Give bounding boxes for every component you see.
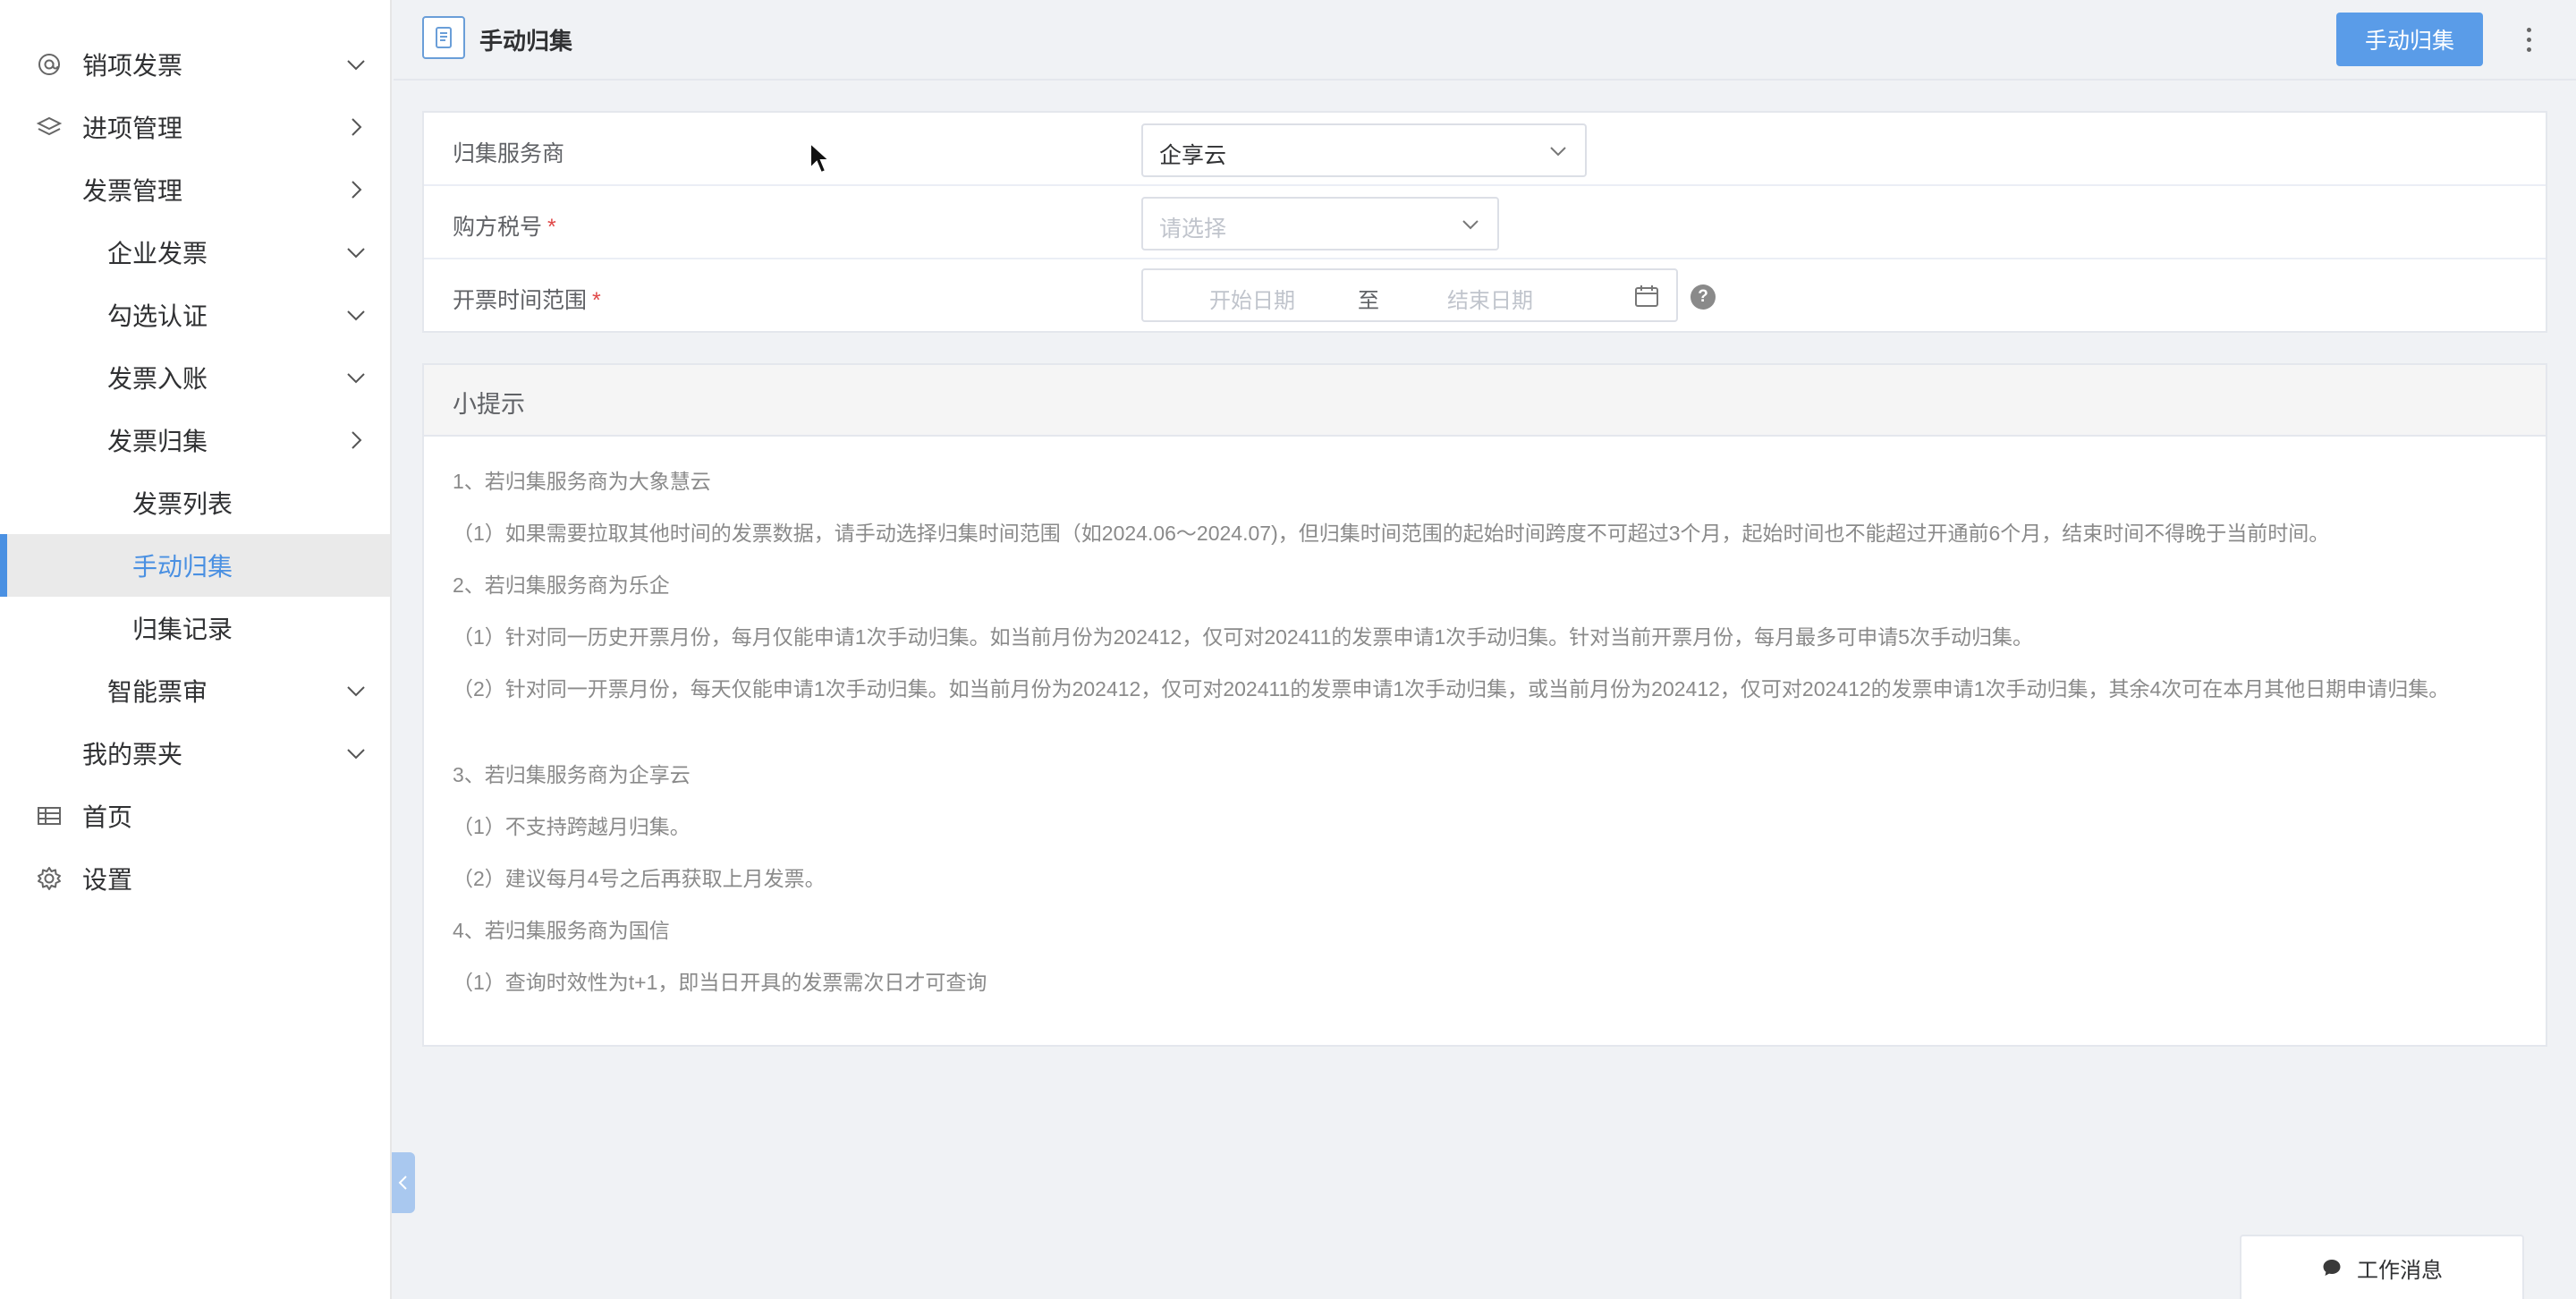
- tip-line: （2）建议每月4号之后再获取上月发票。: [453, 867, 826, 890]
- sidebar-item-label: 发票列表: [132, 490, 233, 518]
- chevron-left-icon: [398, 1176, 407, 1190]
- start-date-input[interactable]: 开始日期: [1209, 283, 1295, 314]
- end-date-input[interactable]: 结束日期: [1447, 283, 1533, 314]
- chevron-down-icon: [347, 310, 365, 321]
- form-row-provider: 归集服务商 企享云: [424, 113, 2546, 186]
- sidebar-item-label: 发票管理: [82, 177, 183, 205]
- sidebar-item-label: 手动归集: [132, 553, 233, 581]
- date-separator: 至: [1358, 289, 1379, 313]
- sidebar-collapse-button[interactable]: [392, 1152, 415, 1213]
- tip-line: 1、若归集服务商为大象慧云: [453, 470, 711, 493]
- tip-line: （2）针对同一开票月份，每天仅能申请1次手动归集。如当前月份为202412，仅可…: [453, 677, 2450, 700]
- chevron-down-icon: [1462, 220, 1479, 230]
- date-range-label: 开票时间范围 *: [453, 288, 601, 313]
- tip-line: （1）查询时效性为t+1，即当日开具的发票需次日才可查询: [453, 971, 987, 994]
- chat-bubble-icon: [2323, 1260, 2341, 1276]
- chevron-down-icon: [347, 373, 365, 384]
- tips-panel: 小提示 1、若归集服务商为大象慧云 （1）如果需要拉取其他时间的发票数据，请手动…: [422, 363, 2547, 1047]
- collection-form: 归集服务商 企享云 购方税号 * 请选择 开票时间范围 * 开始日期 至 结束日期 …: [422, 111, 2547, 333]
- sidebar-item-label: 发票入账: [107, 365, 208, 393]
- tips-header: 小提示: [424, 365, 2546, 437]
- table-icon: [34, 801, 64, 831]
- sidebar-item-label: 发票归集: [107, 428, 208, 455]
- at-icon: [34, 49, 64, 80]
- gear-icon: [34, 863, 64, 894]
- tip-line: （1）不支持跨越月归集。: [453, 815, 691, 838]
- sidebar-item-label: 勾选认证: [107, 302, 208, 330]
- provider-select[interactable]: 企享云: [1141, 123, 1587, 177]
- sidebar-item-purchase-management[interactable]: 进项管理: [0, 96, 390, 158]
- provider-value: 企享云: [1159, 143, 1227, 168]
- sidebar-item-invoice-management[interactable]: 发票管理: [0, 158, 390, 221]
- help-icon[interactable]: ?: [1690, 284, 1716, 310]
- sidebar-item-label: 进项管理: [82, 115, 183, 142]
- mouse-cursor-icon: [809, 141, 832, 174]
- date-range-picker[interactable]: 开始日期 至 结束日期: [1141, 268, 1678, 322]
- sidebar-item-invoice-posting[interactable]: 发票入账: [0, 346, 390, 409]
- form-row-buyer-tax: 购方税号 * 请选择: [424, 186, 2546, 259]
- sidebar-item-label: 企业发票: [107, 240, 208, 267]
- calendar-icon: [1635, 285, 1658, 307]
- sidebar-item-sales-invoice[interactable]: 销项发票: [0, 33, 390, 96]
- sidebar-item-settings[interactable]: 设置: [0, 847, 390, 910]
- chevron-down-icon: [347, 60, 365, 71]
- sidebar-item-label: 智能票审: [107, 678, 208, 706]
- sidebar-item-smart-review[interactable]: 智能票审: [0, 659, 390, 722]
- sidebar-item-my-folder[interactable]: 我的票夹: [0, 722, 390, 785]
- chevron-right-icon: [352, 181, 362, 199]
- tips-title: 小提示: [453, 391, 525, 418]
- sidebar-item-check-certify[interactable]: 勾选认证: [0, 284, 390, 346]
- tip-line: （1）如果需要拉取其他时间的发票数据，请手动选择归集时间范围（如2024.06～…: [453, 522, 2330, 545]
- form-row-date-range: 开票时间范围 * 开始日期 至 结束日期 ?: [424, 259, 2546, 333]
- sidebar-item-manual-collection[interactable]: 手动归集: [0, 534, 390, 597]
- sidebar-item-invoice-list[interactable]: 发票列表: [0, 471, 390, 534]
- sidebar-item-label: 归集记录: [132, 616, 233, 643]
- required-mark: *: [592, 288, 601, 313]
- tip-line: 2、若归集服务商为乐企: [453, 573, 670, 597]
- manual-collect-button[interactable]: 手动归集: [2336, 13, 2483, 66]
- page-title: 手动归集: [479, 28, 573, 55]
- buyer-tax-select[interactable]: 请选择: [1141, 197, 1499, 250]
- layers-icon: [34, 112, 64, 142]
- document-icon: [422, 16, 465, 59]
- provider-label: 归集服务商: [453, 141, 565, 166]
- sidebar-item-collection-records[interactable]: 归集记录: [0, 597, 390, 659]
- sidebar-item-label: 销项发票: [82, 52, 183, 80]
- chevron-right-icon: [352, 431, 362, 449]
- chevron-down-icon: [347, 686, 365, 697]
- app-root: 销项发票 进项管理 发票管理 企业发票 勾选认证 发票入账 发票归集 发票列表 …: [0, 0, 2576, 1299]
- more-vertical-icon: [2526, 27, 2531, 32]
- buyer-tax-placeholder: 请选择: [1159, 216, 1227, 242]
- sidebar-item-home[interactable]: 首页: [0, 785, 390, 847]
- chevron-down-icon: [1550, 147, 1566, 157]
- tip-line: 4、若归集服务商为国信: [453, 919, 670, 942]
- work-message-button[interactable]: 工作消息: [2240, 1235, 2524, 1299]
- more-menu-button[interactable]: [2515, 20, 2542, 59]
- sidebar: 销项发票 进项管理 发票管理 企业发票 勾选认证 发票入账 发票归集 发票列表 …: [0, 0, 392, 1299]
- work-message-label: 工作消息: [2357, 1258, 2443, 1283]
- sidebar-item-label: 首页: [82, 803, 133, 831]
- chevron-down-icon: [347, 248, 365, 259]
- sidebar-item-label: 我的票夹: [82, 741, 183, 768]
- required-mark: *: [547, 215, 556, 240]
- chevron-right-icon: [352, 118, 362, 136]
- buyer-tax-label: 购方税号 *: [453, 215, 556, 240]
- header: 手动归集 手动归集: [394, 0, 2576, 81]
- sidebar-item-label: 设置: [82, 866, 133, 894]
- sidebar-item-enterprise-invoice[interactable]: 企业发票: [0, 221, 390, 284]
- chevron-down-icon: [347, 749, 365, 760]
- tip-line: 3、若归集服务商为企享云: [453, 763, 691, 786]
- tip-line: （1）针对同一历史开票月份，每月仅能申请1次手动归集。如当前月份为202412，…: [453, 625, 2033, 649]
- sidebar-item-invoice-collection[interactable]: 发票归集: [0, 409, 390, 471]
